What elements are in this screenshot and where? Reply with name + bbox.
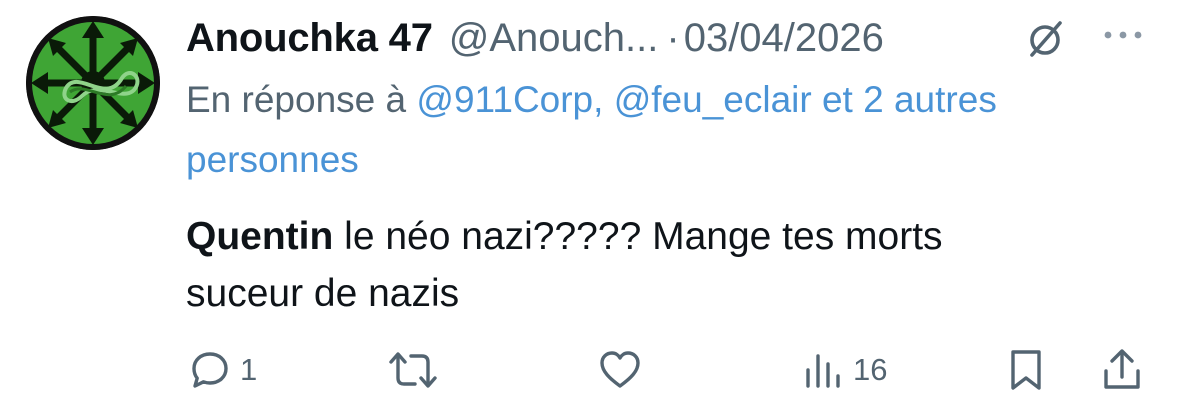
more-icon[interactable] [1100,20,1146,50]
reply-button[interactable]: 1 [188,340,257,400]
reply-count: 1 [240,352,258,387]
grok-icon[interactable] [1023,16,1069,62]
user-handle[interactable]: @Anouch... [449,16,659,61]
separator-dot: · [666,15,680,60]
views-count: 16 [853,352,888,387]
reply-context: En réponse à @911Corp, @feu_eclair et 2 … [186,70,1146,190]
bookmark-button[interactable] [1006,340,1046,400]
avatar[interactable] [26,16,160,150]
views-icon [806,354,840,388]
retweet-icon [389,352,437,388]
tweet[interactable]: Anouchka 47 @Anouch... · 03/04/2026 En r… [0,0,1179,417]
tweet-text-bold: Quentin [186,215,334,258]
bookmark-icon [1011,350,1041,390]
reply-prefix: En réponse à [186,79,407,120]
views-button[interactable]: 16 [801,340,887,400]
share-button[interactable] [1100,340,1144,400]
mention-link[interactable]: @feu_eclair [614,79,812,120]
like-button[interactable] [597,340,643,400]
heart-icon [600,351,640,388]
retweet-button[interactable] [385,340,441,400]
tweet-header: Anouchka 47 @Anouch... · 03/04/2026 [186,10,1146,66]
action-bar: 1 16 [0,340,1179,400]
reply-icon [192,352,228,388]
tweet-date[interactable]: 03/04/2026 [684,16,884,61]
tweet-text-line-1: le néo nazi????? Mange tes morts [333,215,943,258]
share-icon [1104,349,1140,389]
mention-link[interactable]: @911Corp, [416,79,603,120]
display-name[interactable]: Anouchka 47 [186,16,433,61]
tweet-text-line-2: suceur de nazis [186,272,460,315]
chaos-star-avatar-icon [26,16,160,150]
tweet-text: Quentin le néo nazi????? Mange tes morts… [186,208,1146,322]
